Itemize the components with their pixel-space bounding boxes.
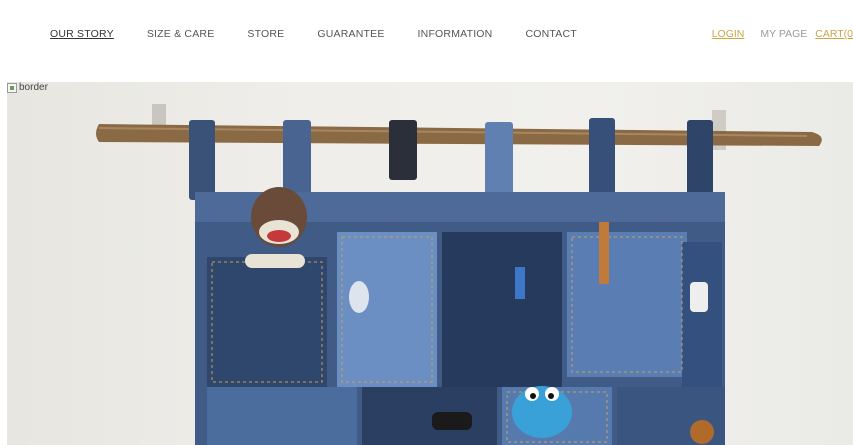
- keychain-tag: [599, 222, 609, 284]
- sock-monkey-mouth: [267, 230, 291, 242]
- denim-pocket: [682, 242, 722, 392]
- cart-link[interactable]: CART(0: [815, 28, 853, 40]
- image-alt-text: border: [19, 82, 48, 93]
- toy-ball: [690, 420, 714, 444]
- nav-item-store[interactable]: STORE: [247, 28, 284, 40]
- top-navigation-bar: OUR STORY SIZE & CARE STORE GUARANTEE IN…: [0, 0, 853, 70]
- broken-image-placeholder: border: [7, 82, 48, 93]
- denim-pocket: [362, 387, 497, 445]
- denim-pocket: [207, 257, 327, 387]
- denim-pocket: [442, 232, 562, 387]
- account-links: LOGIN MY PAGE CART(0: [696, 28, 853, 40]
- cookie-monster-toy: [512, 386, 572, 438]
- main-nav: OUR STORY SIZE & CARE STORE GUARANTEE IN…: [50, 28, 610, 40]
- tab-loop: [189, 120, 215, 200]
- pacifier-clip: [515, 267, 525, 299]
- toy-pupil: [530, 393, 536, 399]
- nav-item-guarantee[interactable]: GUARANTEE: [317, 28, 384, 40]
- nav-item-our-story[interactable]: OUR STORY: [50, 28, 114, 40]
- tab-loop: [389, 120, 417, 180]
- nav-item-information[interactable]: INFORMATION: [418, 28, 493, 40]
- denim-pocket: [337, 232, 437, 387]
- login-link[interactable]: LOGIN: [712, 28, 745, 40]
- tab-loop: [485, 122, 513, 202]
- mirror-item: [690, 282, 708, 312]
- hero-image: border: [7, 82, 853, 445]
- denim-organizer-photo: [96, 104, 822, 445]
- broken-image-icon: [7, 82, 17, 93]
- denim-pocket: [567, 232, 687, 377]
- tab-loop: [589, 118, 615, 202]
- sock-monkey-arms: [245, 254, 305, 268]
- my-page-link[interactable]: MY PAGE: [760, 28, 807, 40]
- toy-pupil: [548, 393, 554, 399]
- tab-loop: [283, 120, 311, 198]
- nav-item-contact[interactable]: CONTACT: [525, 28, 576, 40]
- tab-loop: [687, 120, 713, 204]
- pacifier-item: [349, 281, 369, 313]
- sunglasses-item: [432, 412, 472, 430]
- nav-item-size-care[interactable]: SIZE & CARE: [147, 28, 215, 40]
- denim-pocket: [207, 387, 357, 445]
